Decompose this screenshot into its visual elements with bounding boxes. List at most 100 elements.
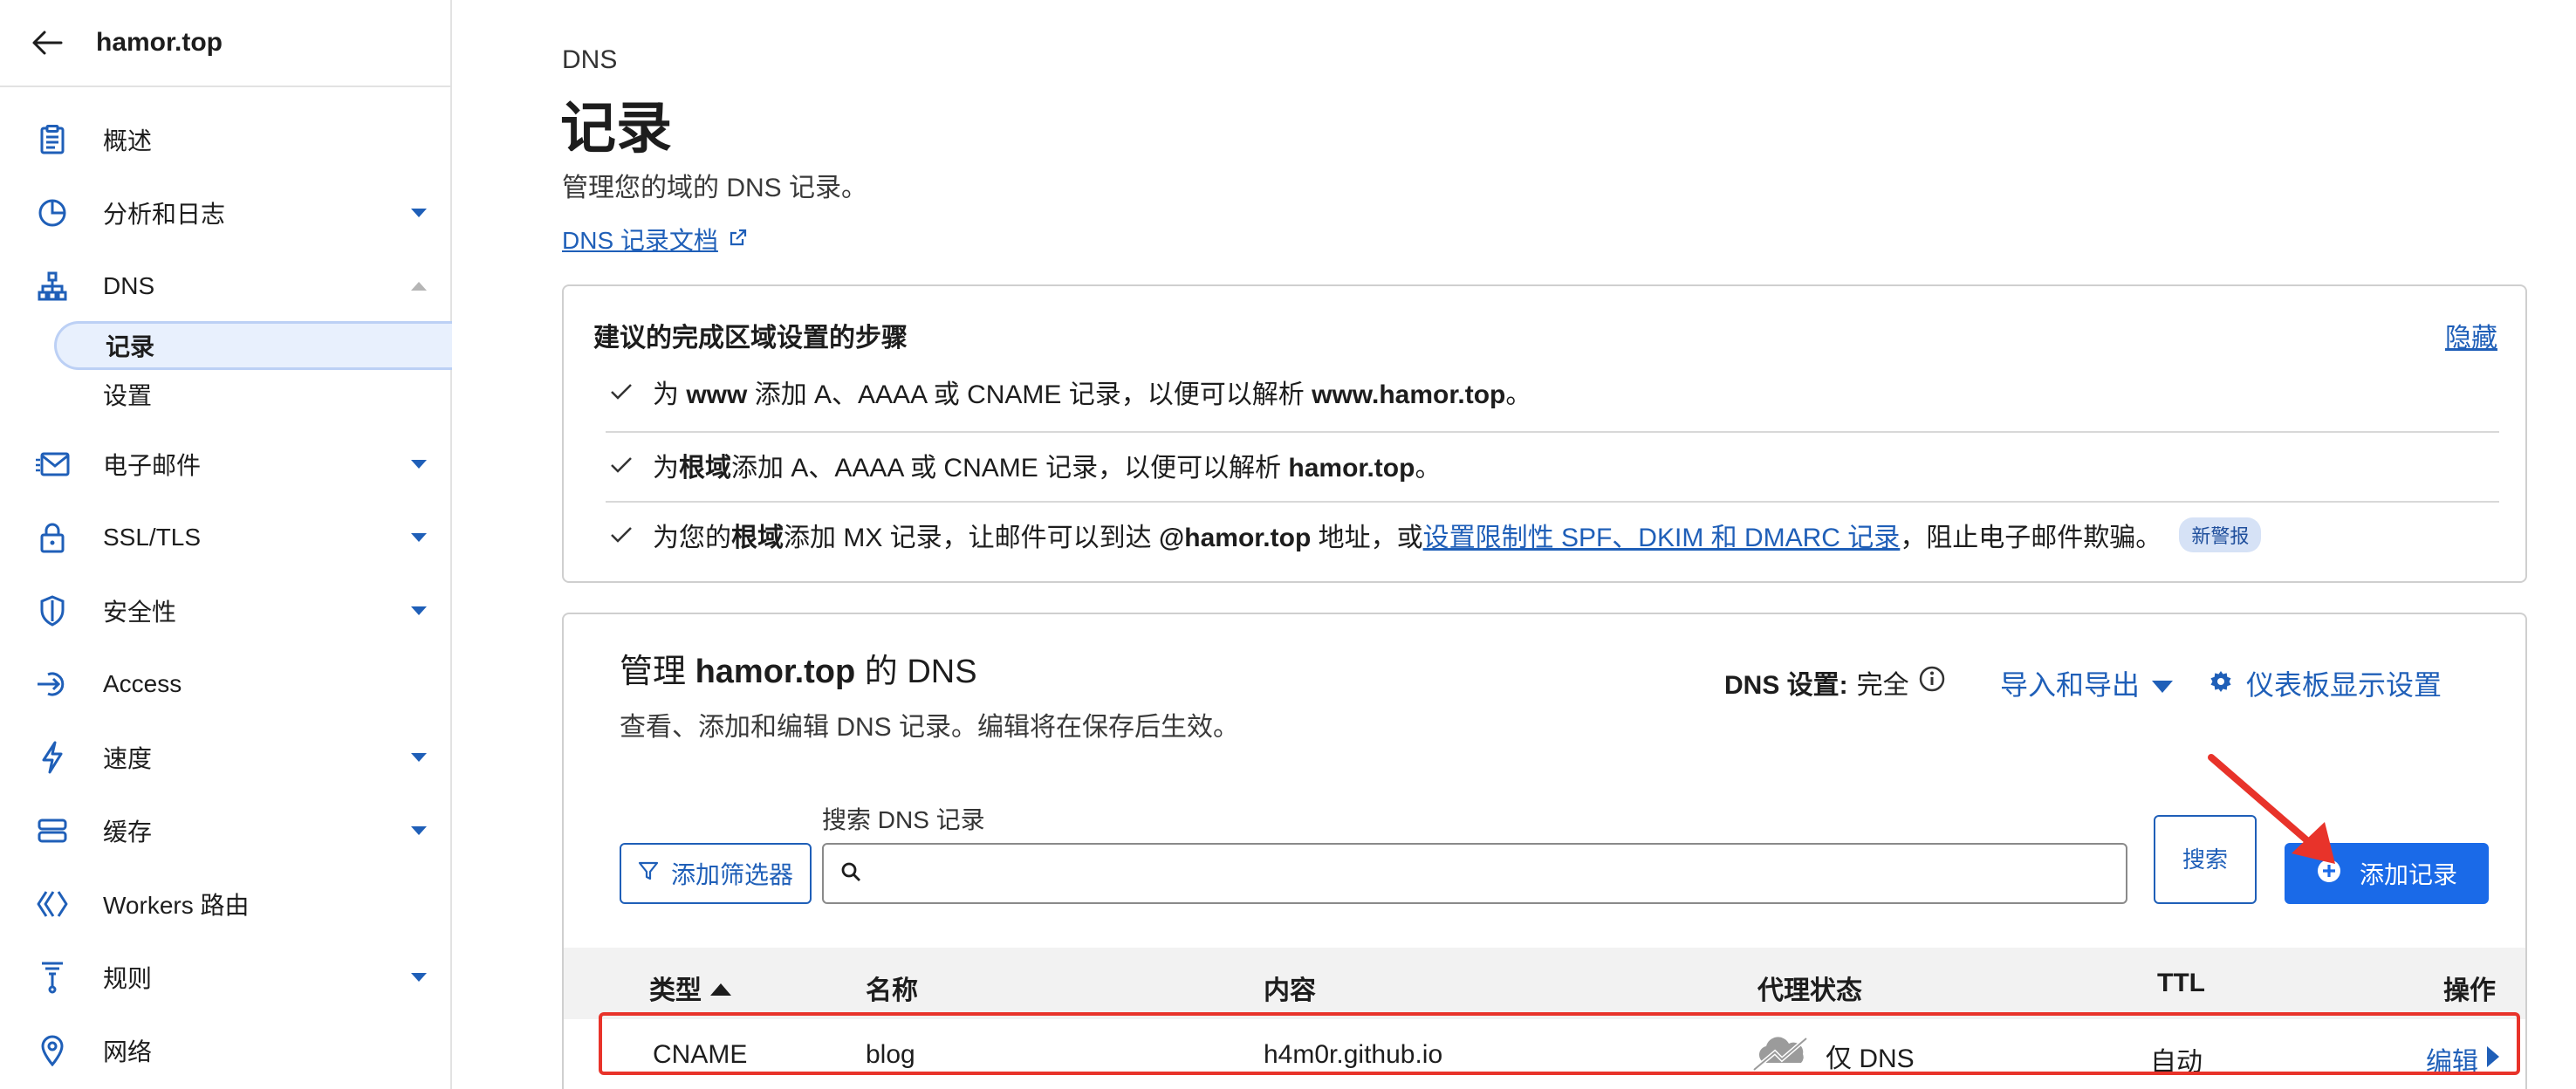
- manage-dns-description: 查看、添加和编辑 DNS 记录。编辑将在保存后生效。: [620, 713, 1240, 742]
- storage-icon: [35, 813, 70, 848]
- pie-chart-icon: [35, 195, 70, 230]
- annotation-highlight-box: [599, 1012, 2520, 1075]
- sidebar-item-access[interactable]: Access: [0, 658, 452, 710]
- check-icon: [606, 376, 637, 408]
- sidebar-subitem-settings[interactable]: 设置: [54, 370, 452, 419]
- caret-down-icon: [410, 822, 428, 839]
- search-input[interactable]: [873, 847, 2126, 900]
- sidebar-item-cache[interactable]: 缓存: [0, 805, 452, 857]
- table-header: 类型 名称 内容 代理状态 TTL 操作: [564, 948, 2525, 1019]
- access-icon: [35, 667, 70, 702]
- caret-down-icon: [410, 602, 428, 620]
- caret-up-icon: [410, 277, 428, 295]
- sidebar-item-label: 概述: [103, 127, 153, 154]
- step-text-bold: hamor.top: [1288, 454, 1415, 483]
- column-header-label: 类型: [649, 976, 702, 1005]
- sidebar-item-label: DNS: [103, 272, 155, 299]
- sidebar-item-analytics[interactable]: 分析和日志: [0, 187, 452, 239]
- step-text: 添加 MX 记录，让邮件可以到达: [784, 524, 1160, 552]
- step-text: 。: [1505, 380, 1532, 409]
- step-text-bold: 根域: [731, 524, 784, 552]
- location-pin-icon: [35, 1033, 70, 1068]
- step-text: 为: [653, 380, 687, 409]
- dns-setting-label: DNS 设置:: [1724, 671, 1848, 700]
- manage-dns-title: 管理 hamor.top 的 DNS: [620, 644, 977, 692]
- sidebar-item-network[interactable]: 网络: [0, 1024, 452, 1077]
- hide-link[interactable]: 隐藏: [2445, 316, 2497, 354]
- title-domain: hamor.top: [695, 654, 856, 690]
- column-header-name[interactable]: 名称: [866, 969, 918, 1007]
- caret-down-icon: [410, 529, 428, 546]
- add-filter-button[interactable]: 添加筛选器: [620, 843, 812, 904]
- sidebar-item-email[interactable]: 电子邮件: [0, 438, 452, 490]
- workers-icon: [35, 887, 70, 921]
- column-header-type[interactable]: 类型: [649, 969, 731, 1007]
- search-field[interactable]: [822, 843, 2127, 904]
- email-security-link[interactable]: 设置限制性 SPF、DKIM 和 DMARC 记录: [1423, 524, 1901, 552]
- sidebar-item-label: 网络: [103, 1038, 153, 1065]
- step-text: 添加 A、AAAA 或 CNAME 记录，以便可以解析: [731, 454, 1289, 483]
- external-link-icon: [729, 225, 748, 253]
- dns-docs-link-label: DNS 记录文档: [562, 227, 718, 254]
- sidebar-item-label: Workers 路由: [103, 892, 250, 919]
- lock-icon: [35, 520, 70, 555]
- dns-setting-value: 完全: [1856, 671, 1909, 700]
- sidebar-item-label: 电子邮件: [103, 452, 202, 479]
- sidebar-subitem-label: 记录: [106, 333, 155, 360]
- sidebar-item-speed[interactable]: 速度: [0, 731, 452, 784]
- step-text-bold: 根域: [679, 454, 731, 483]
- sidebar-item-overview[interactable]: 概述: [0, 113, 452, 166]
- step-text: 。: [1415, 454, 1442, 483]
- clipboard-icon: [35, 122, 70, 157]
- page-description: 管理您的域的 DNS 记录。: [562, 174, 868, 202]
- back-arrow-icon[interactable]: [30, 25, 65, 60]
- sidebar-item-label: 分析和日志: [103, 201, 226, 228]
- dashboard-display-settings-label: 仪表板显示设置: [2246, 669, 2442, 701]
- setup-steps-title: 建议的完成区域设置的步骤: [593, 324, 908, 353]
- info-icon[interactable]: [1918, 665, 1946, 700]
- setup-steps-card: 建议的完成区域设置的步骤 隐藏 为 www 添加 A、AAAA 或 CNAME …: [562, 284, 2527, 583]
- sidebar-item-ssl[interactable]: SSL/TLS: [0, 511, 452, 564]
- sidebar-header: hamor.top: [0, 0, 450, 87]
- setup-step-www: 为 www 添加 A、AAAA 或 CNAME 记录，以便可以解析 www.ha…: [606, 360, 2499, 424]
- lightning-icon: [35, 740, 70, 775]
- sidebar-item-security[interactable]: 安全性: [0, 585, 452, 637]
- column-header-ttl[interactable]: TTL: [2157, 969, 2205, 998]
- email-icon: [35, 447, 70, 482]
- manage-dns-card: 管理 hamor.top 的 DNS 查看、添加和编辑 DNS 记录。编辑将在保…: [562, 613, 2527, 1089]
- gear-icon: [2209, 668, 2232, 700]
- sidebar-item-dns[interactable]: DNS: [0, 260, 452, 312]
- step-text-bold: www: [686, 380, 748, 409]
- step-text: 为您的: [653, 524, 731, 552]
- caret-down-icon: [410, 455, 428, 473]
- dns-docs-link[interactable]: DNS 记录文档: [562, 222, 748, 257]
- annotation-arrow-icon: [2208, 754, 2335, 864]
- check-icon: [606, 519, 637, 551]
- step-text: ，阻止电子邮件欺骗。: [1900, 524, 2162, 552]
- setup-step-root: 为根域添加 A、AAAA 或 CNAME 记录，以便可以解析 hamor.top…: [606, 433, 2499, 497]
- sidebar-item-rules[interactable]: 规则: [0, 951, 452, 1003]
- page-title: 记录: [560, 97, 672, 160]
- caret-down-icon: [410, 969, 428, 986]
- main-content: DNS 记录 管理您的域的 DNS 记录。 DNS 记录文档 建议的完成区域设置…: [452, 0, 2576, 1089]
- sidebar-item-label: Access: [103, 670, 182, 697]
- network-icon: [35, 269, 70, 304]
- domain-name: hamor.top: [96, 28, 223, 57]
- add-record-label: 添加记录: [2359, 861, 2457, 888]
- import-export-dropdown[interactable]: 导入和导出: [2000, 663, 2174, 703]
- check-icon: [606, 449, 637, 481]
- sidebar-item-workers[interactable]: Workers 路由: [0, 878, 452, 930]
- sidebar-item-label: SSL/TLS: [103, 524, 202, 551]
- page-eyebrow: DNS: [562, 45, 618, 74]
- step-text: 地址，或: [1311, 524, 1423, 552]
- dns-setting: DNS 设置: 完全: [1724, 663, 1946, 702]
- column-header-content[interactable]: 内容: [1264, 969, 1316, 1007]
- step-text: 添加 A、AAAA 或 CNAME 记录，以便可以解析: [747, 380, 1312, 409]
- import-export-label: 导入和导出: [2000, 669, 2141, 701]
- sidebar-item-label: 规则: [103, 965, 153, 992]
- shield-icon: [35, 593, 70, 628]
- sidebar-subitem-records[interactable]: 记录: [54, 321, 452, 370]
- dashboard-display-settings[interactable]: 仪表板显示设置: [2209, 663, 2442, 703]
- filter-icon: [638, 860, 659, 887]
- sidebar-item-label: 缓存: [103, 818, 153, 846]
